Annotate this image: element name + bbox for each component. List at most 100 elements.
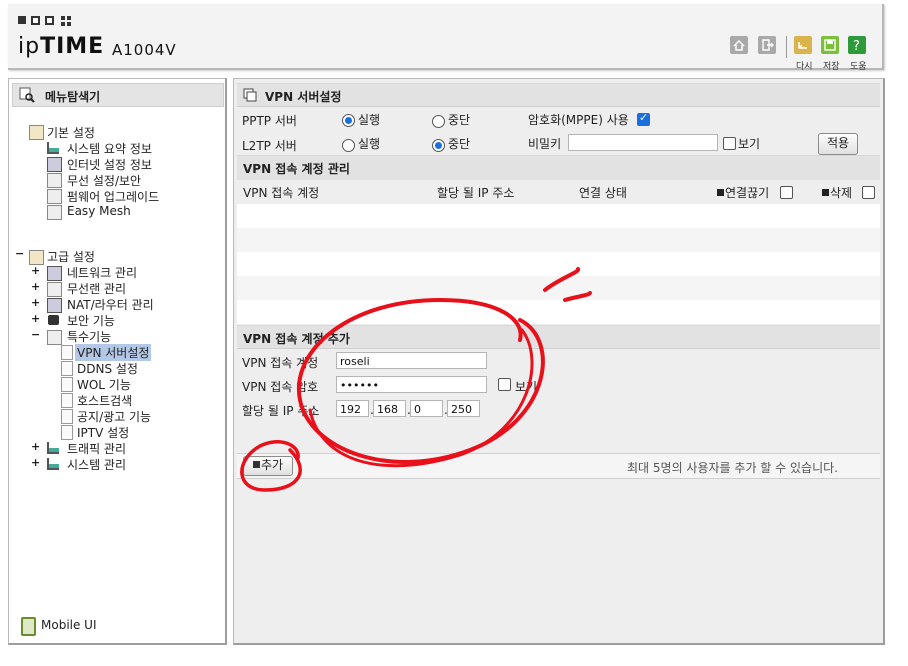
- add-account-title: VPN 접속 계정 추가: [243, 332, 350, 346]
- show-password-checkbox[interactable]: [498, 378, 511, 391]
- logout-icon[interactable]: [758, 36, 776, 54]
- save-label: 저장: [823, 62, 840, 72]
- expand-icon[interactable]: +: [31, 456, 40, 469]
- table-row: [237, 204, 880, 228]
- account-label: VPN 접속 계정: [242, 356, 319, 370]
- menu-advanced-settings[interactable]: 고급 설정: [47, 248, 95, 265]
- menu-ddns[interactable]: DDNS 설정: [77, 360, 138, 377]
- pptp-run-radio[interactable]: [342, 114, 355, 127]
- menu-system[interactable]: 시스템 관리: [67, 456, 126, 473]
- expand-icon[interactable]: +: [31, 440, 40, 453]
- network-icon: [47, 266, 62, 281]
- router-icon: [47, 298, 62, 313]
- brand-logo: ipTIME: [18, 34, 105, 59]
- menu-wireless-security[interactable]: 무선 설정/보안: [67, 172, 141, 189]
- secret-key-label: 비밀키: [528, 137, 562, 151]
- page-copy-icon: [243, 88, 257, 102]
- add-action-bar: 추가 최대 5명의 사용자를 추가 할 수 있습니다.: [237, 453, 880, 479]
- vpn-accounts-header: VPN 접속 계정 관리: [237, 155, 880, 181]
- vpn-settings-header: VPN 서버설정: [237, 83, 880, 107]
- disconnect-all-checkbox[interactable]: [780, 186, 793, 199]
- page-icon: [61, 377, 73, 392]
- menu-wol[interactable]: WOL 기능: [77, 376, 131, 393]
- ip-label: 할당 될 IP 주소: [242, 404, 320, 418]
- l2tp-run-label: 실행: [358, 137, 381, 151]
- magnifier-icon: [19, 87, 35, 103]
- ip-octet-1[interactable]: 192: [336, 400, 369, 417]
- pptp-label: PPTP 서버: [242, 114, 297, 128]
- menu-network[interactable]: 네트워크 관리: [67, 264, 137, 281]
- menu-special[interactable]: 특수기능: [67, 328, 111, 345]
- menu-system-summary[interactable]: 시스템 요약 정보: [67, 140, 152, 157]
- table-row: [237, 300, 880, 324]
- menu-easy-mesh[interactable]: Easy Mesh: [67, 204, 131, 218]
- menu-security[interactable]: 보안 기능: [67, 312, 115, 329]
- password-input[interactable]: ••••••: [336, 376, 487, 393]
- menu-traffic[interactable]: 트래픽 관리: [67, 440, 126, 457]
- mppe-checkbox[interactable]: [637, 111, 650, 126]
- show-secret-checkbox[interactable]: [723, 137, 736, 150]
- table-row: [237, 252, 880, 276]
- header-divider: [786, 36, 787, 58]
- menu-internet-info[interactable]: 인터넷 설정 정보: [67, 156, 152, 173]
- delete-all-checkbox[interactable]: [862, 186, 875, 199]
- expand-icon[interactable]: +: [31, 312, 40, 325]
- help-label: 도움: [850, 62, 867, 72]
- save-icon[interactable]: [821, 36, 839, 54]
- l2tp-stop-radio[interactable]: [432, 139, 445, 152]
- menu-explorer-panel: 메뉴탐색기 기본 설정 시스템 요약 정보 인터넷 설정 정보 무선 설정/보안…: [8, 78, 227, 645]
- ip-octet-4[interactable]: 250: [447, 400, 480, 417]
- expand-icon[interactable]: +: [31, 296, 40, 309]
- model-name: A1004V: [112, 41, 177, 59]
- mobile-icon: [21, 617, 36, 636]
- minus-icon: [717, 189, 724, 196]
- chart-icon: [47, 142, 59, 154]
- page-icon: [61, 409, 73, 424]
- expand-icon[interactable]: +: [31, 264, 40, 277]
- menu-vpn-server[interactable]: VPN 서버설정: [75, 344, 152, 361]
- secret-key-input[interactable]: [568, 134, 718, 151]
- home-icon[interactable]: [730, 36, 748, 54]
- help-icon[interactable]: ?: [848, 36, 866, 54]
- menu-nat-router[interactable]: NAT/라우터 관리: [67, 296, 154, 313]
- password-label: VPN 접속 암호: [242, 380, 319, 394]
- vpn-accounts-title: VPN 접속 계정 관리: [243, 162, 350, 176]
- reload-label: 다시: [796, 62, 813, 72]
- l2tp-label: L2TP 서버: [242, 139, 297, 153]
- menu-notice-ad[interactable]: 공지/광고 기능: [77, 408, 151, 425]
- menu-host-search[interactable]: 호스트검색: [77, 392, 132, 409]
- collapse-icon[interactable]: −: [31, 328, 40, 341]
- pptp-run-label: 실행: [358, 113, 381, 127]
- mesh-icon: [47, 205, 62, 220]
- pptp-stop-radio[interactable]: [432, 115, 445, 128]
- monitor-icon: [47, 157, 62, 172]
- reload-icon[interactable]: [794, 36, 812, 54]
- traffic-icon: [47, 442, 59, 454]
- ip-octet-2[interactable]: 168: [373, 400, 406, 417]
- l2tp-run-radio[interactable]: [342, 139, 355, 152]
- menu-wlan[interactable]: 무선랜 관리: [67, 280, 126, 297]
- add-account-header: VPN 접속 계정 추가: [237, 325, 880, 349]
- l2tp-stop-label: 중단: [448, 137, 471, 151]
- collapse-icon[interactable]: −: [15, 247, 24, 260]
- page-icon: [61, 393, 73, 408]
- col-delete: 삭제: [822, 184, 852, 201]
- grid-icon: [61, 16, 71, 26]
- menu-explorer-title: 메뉴탐색기: [45, 90, 101, 104]
- minus-icon: [822, 189, 829, 196]
- accounts-table-header: VPN 접속 계정 할당 될 IP 주소 연결 상태 연결끊기 삭제: [237, 180, 880, 204]
- menu-iptv[interactable]: IPTV 설정: [77, 424, 129, 441]
- apply-button[interactable]: 적용: [818, 133, 858, 155]
- menu-explorer-header: 메뉴탐색기: [12, 83, 224, 107]
- menu-firmware-upgrade[interactable]: 펌웨어 업그레이드: [67, 188, 159, 205]
- ip-octet-3[interactable]: 0: [410, 400, 443, 417]
- vpn-settings-panel: VPN 서버설정 PPTP 서버 실행 중단 암호화(MPPE) 사용 L2TP…: [233, 78, 885, 645]
- account-input[interactable]: roseli: [336, 352, 487, 369]
- col-ip: 할당 될 IP 주소: [437, 186, 515, 200]
- expand-icon[interactable]: +: [31, 280, 40, 293]
- wireless-icon: [47, 282, 62, 297]
- add-button[interactable]: 추가: [243, 456, 293, 476]
- window-square-outline-icon: [31, 16, 40, 25]
- show-password-label: 보기: [515, 380, 538, 394]
- menu-basic-settings[interactable]: 기본 설정: [47, 124, 95, 141]
